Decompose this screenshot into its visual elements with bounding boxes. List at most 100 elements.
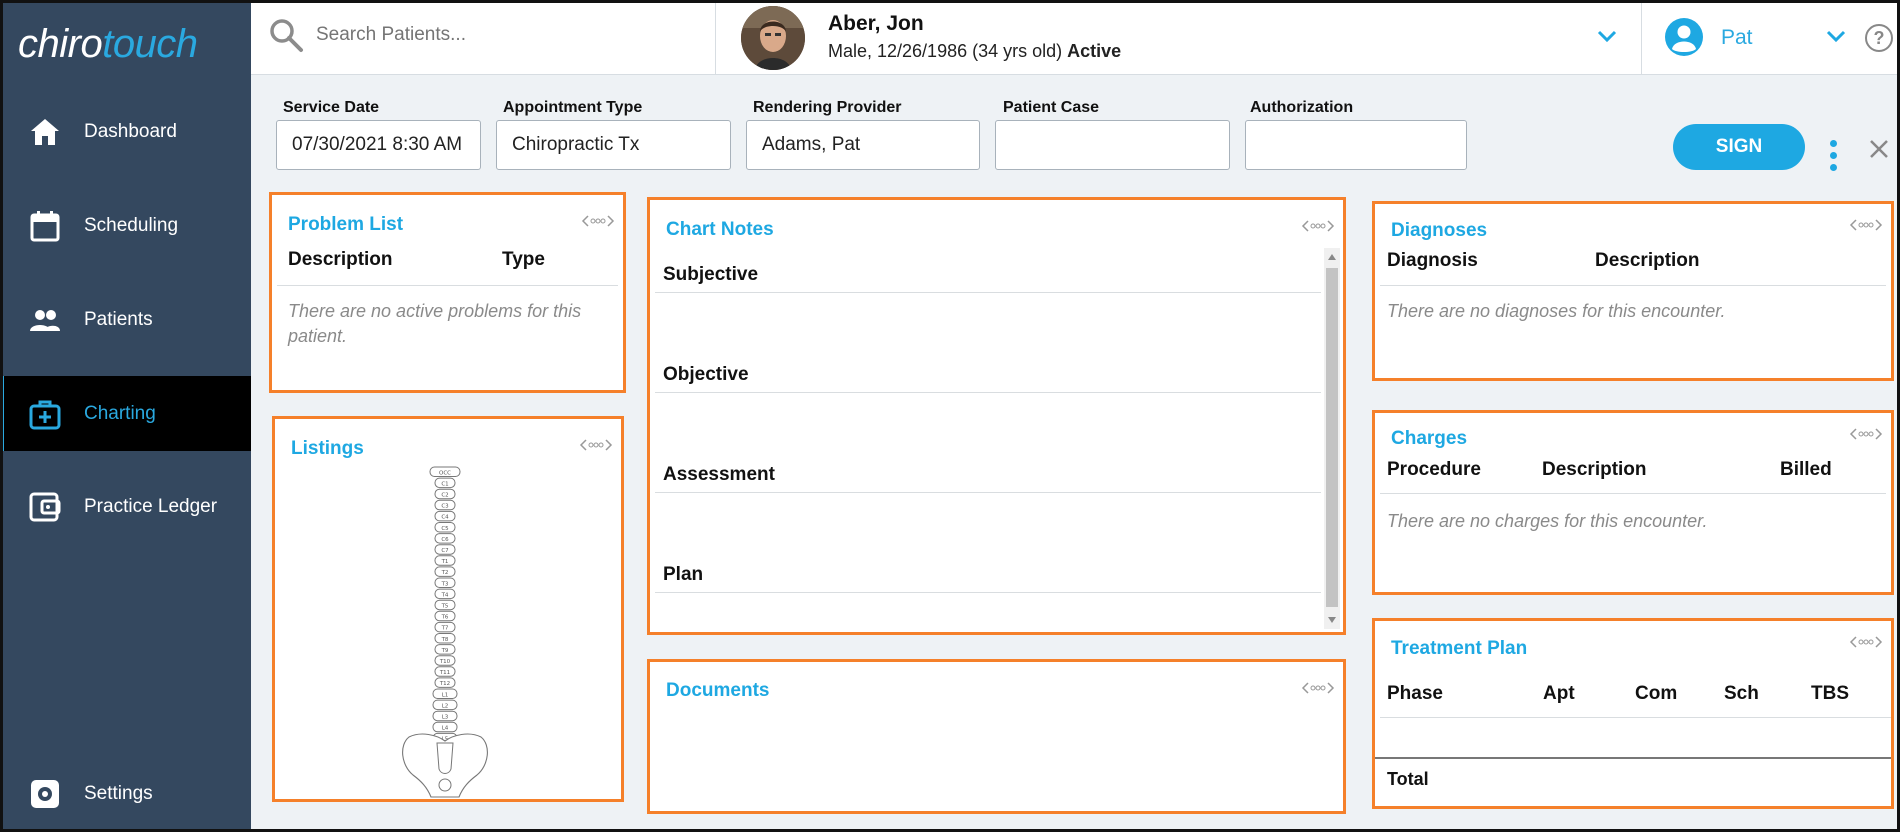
charges-title: Charges: [1391, 428, 1468, 449]
documents-title: Documents: [666, 680, 770, 701]
more-options-icon[interactable]: [1830, 140, 1838, 176]
vertebra-t2[interactable]: T2: [434, 566, 456, 577]
expand-icon[interactable]: [581, 214, 615, 228]
vertebra-label: L4: [442, 726, 449, 732]
column-header-diagnosis[interactable]: Diagnosis: [1387, 250, 1478, 272]
authorization-input[interactable]: [1245, 120, 1467, 170]
vertebra-c7[interactable]: C7: [434, 544, 456, 555]
section-subjective[interactable]: Subjective: [663, 264, 758, 286]
patient-chevron-down-icon[interactable]: [1596, 28, 1618, 44]
total-divider: [1375, 757, 1891, 759]
column-header-description[interactable]: Description: [1542, 459, 1647, 481]
vertebra-c6[interactable]: C6: [434, 533, 456, 544]
column-header-type[interactable]: Type: [502, 249, 545, 271]
divider: [277, 285, 618, 286]
expand-icon[interactable]: [1849, 218, 1883, 232]
column-header-com[interactable]: Com: [1635, 683, 1677, 705]
search-input[interactable]: [316, 24, 676, 46]
patient-case-input[interactable]: [995, 120, 1230, 170]
patient-search: [268, 17, 676, 53]
listings-panel: Listings OCC C1 C2 C3 C4 C5 C6 C7 T1 T2 T3 T4 T5 T6 T7…: [272, 416, 624, 802]
appointment-type-input[interactable]: [496, 120, 731, 170]
vertebra-l2[interactable]: L2: [432, 699, 458, 711]
vertebra-t6[interactable]: T6: [434, 610, 456, 622]
column-header-billed[interactable]: Billed: [1780, 459, 1832, 481]
vertebra-t3[interactable]: T3: [434, 577, 456, 588]
patient-case-label: Patient Case: [1003, 99, 1100, 116]
sidebar-item-label: Patients: [84, 308, 153, 330]
column-header-procedure[interactable]: Procedure: [1387, 459, 1481, 481]
sign-button[interactable]: SIGN: [1673, 124, 1805, 170]
user-chevron-down-icon[interactable]: [1825, 28, 1847, 44]
column-header-description[interactable]: Description: [1595, 250, 1700, 272]
sidebar-item-patients[interactable]: Patients: [0, 282, 251, 357]
scroll-thumb[interactable]: [1326, 268, 1338, 607]
expand-icon[interactable]: [1301, 219, 1335, 233]
vertebra-c1[interactable]: C1: [434, 477, 456, 489]
help-icon[interactable]: ?: [1865, 24, 1893, 52]
vertebra-c3[interactable]: C3: [434, 499, 456, 511]
empty-message: There are no active problems for this pa…: [288, 301, 582, 346]
logo-text-chiro: chiro: [18, 22, 103, 66]
service-date-input[interactable]: [276, 120, 481, 170]
chirotouch-logo[interactable]: chirotouch: [18, 22, 198, 67]
vertebra-t7[interactable]: T7: [434, 621, 456, 633]
section-assessment[interactable]: Assessment: [663, 464, 775, 486]
search-icon[interactable]: [268, 17, 304, 53]
vertebra-label: T10: [439, 659, 451, 665]
vertebra-t9[interactable]: T9: [434, 644, 456, 655]
vertebra-c5[interactable]: C5: [434, 522, 456, 533]
expand-icon[interactable]: [1301, 681, 1335, 695]
scroll-down-icon[interactable]: [1328, 617, 1336, 623]
empty-message: There are no diagnoses for this encounte…: [1387, 301, 1726, 321]
vertebra-l1[interactable]: L1: [432, 688, 458, 699]
vertebra-t1[interactable]: T1: [434, 555, 456, 566]
close-icon[interactable]: [1868, 138, 1890, 160]
vertebra-label: L3: [442, 715, 449, 721]
spine-diagram[interactable]: OCC C1 C2 C3 C4 C5 C6 C7 T1 T2 T3 T4 T5 T6 T7 T8 T9 T10 T1…: [395, 465, 495, 799]
vertebra-c2[interactable]: C2: [434, 488, 456, 500]
sidebar-item-dashboard[interactable]: Dashboard: [0, 94, 251, 169]
home-icon: [31, 118, 59, 145]
section-plan[interactable]: Plan: [663, 564, 703, 586]
vertebra-t4[interactable]: T4: [434, 588, 456, 600]
vertebra-t8[interactable]: T8: [434, 633, 456, 644]
sidebar: chirotouch Dashboard Scheduling Patients…: [0, 0, 251, 832]
scroll-up-icon[interactable]: [1328, 254, 1336, 260]
vertebra-t10[interactable]: T10: [434, 655, 456, 666]
patient-name[interactable]: Aber, Jon: [828, 12, 924, 36]
sidebar-item-scheduling[interactable]: Scheduling: [0, 188, 251, 263]
divider: [655, 592, 1321, 593]
vertebra-occ[interactable]: OCC: [429, 466, 461, 477]
section-objective[interactable]: Objective: [663, 364, 749, 386]
sidebar-item-settings[interactable]: Settings: [0, 756, 251, 831]
sidebar-item-label: Dashboard: [84, 120, 177, 142]
column-header-sch[interactable]: Sch: [1724, 683, 1759, 705]
user-account-icon[interactable]: [1664, 17, 1704, 57]
vertebra-label: C3: [441, 504, 449, 510]
patient-avatar[interactable]: [741, 6, 805, 70]
sidebar-item-label: Practice Ledger: [84, 495, 218, 517]
sidebar-item-practice-ledger[interactable]: Practice Ledger: [0, 469, 251, 544]
vertebra-l4[interactable]: L4: [432, 721, 458, 733]
vertebra-t11[interactable]: T11: [434, 666, 456, 677]
column-header-description[interactable]: Description: [288, 249, 393, 271]
sidebar-item-label: Scheduling: [84, 214, 179, 236]
problem-list-title: Problem List: [288, 214, 404, 235]
vertebra-c4[interactable]: C4: [434, 510, 456, 522]
sidebar-item-charting[interactable]: Charting: [0, 376, 251, 451]
vertebra-label: T3: [441, 581, 449, 587]
column-header-tbs[interactable]: TBS: [1811, 683, 1849, 705]
scrollbar[interactable]: [1324, 248, 1340, 629]
rendering-provider-input[interactable]: [746, 120, 980, 170]
expand-icon[interactable]: [1849, 427, 1883, 441]
vertebra-t12[interactable]: T12: [434, 677, 456, 688]
vertebra-l3[interactable]: L3: [432, 710, 458, 722]
vertebra-t5[interactable]: T5: [434, 599, 456, 611]
column-header-phase[interactable]: Phase: [1387, 683, 1443, 705]
vertebra-label: T6: [441, 615, 449, 621]
column-header-apt[interactable]: Apt: [1543, 683, 1575, 705]
user-name[interactable]: Pat: [1721, 26, 1753, 50]
expand-icon[interactable]: [1849, 635, 1883, 649]
expand-icon[interactable]: [579, 438, 613, 452]
